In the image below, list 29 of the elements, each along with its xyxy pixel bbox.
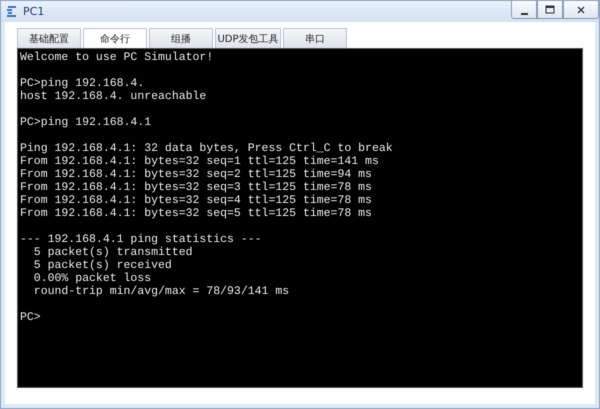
console-line: 5 packet(s) transmitted [32, 246, 193, 259]
app-icon [5, 4, 19, 18]
tab[interactable]: 基础配置 [17, 28, 81, 48]
maximize-button[interactable] [537, 1, 563, 19]
window-title: PC1 [23, 5, 44, 18]
tab[interactable]: 组播 [149, 28, 213, 48]
console-line: PC>ping 192.168.4. [20, 77, 144, 90]
console-line: From 192.168.4.1: bytes=32 seq=1 ttl=125 time=141 ms [20, 155, 379, 168]
console-line: From 192.168.4.1: bytes=32 seq=3 ttl=125 time=78 ms [20, 181, 372, 194]
console-line: 5 packet(s) received [32, 259, 172, 272]
console-line: host 192.168.4. unreachable [20, 90, 206, 103]
console-line: From 192.168.4.1: bytes=32 seq=5 ttl=125 time=78 ms [20, 207, 372, 220]
console-line: round-trip min/avg/max = 78/93/141 ms [32, 285, 290, 298]
console-line: From 192.168.4.1: bytes=32 seq=4 ttl=125 time=78 ms [20, 194, 372, 207]
maximize-icon [545, 4, 555, 14]
console-line: PC> [20, 311, 41, 324]
console-line: Ping 192.168.4.1: 32 data bytes, Press Ctrl_C to break [20, 142, 393, 155]
tab[interactable]: 串口 [283, 28, 347, 48]
tab[interactable]: UDP发包工具 [215, 28, 281, 48]
console-line: Welcome to use PC Simulator! [20, 51, 214, 64]
close-button[interactable] [563, 1, 599, 19]
console-line: PC>ping 192.168.4.1 [20, 116, 152, 129]
console-line: --- 192.168.4.1 ping statistics --- [20, 233, 262, 246]
close-icon [576, 4, 586, 14]
minimize-icon [520, 12, 528, 14]
minimize-button[interactable] [511, 1, 537, 19]
console-line: From 192.168.4.1: bytes=32 seq=2 ttl=125 time=94 ms [20, 168, 372, 181]
tab[interactable]: 命令行 [83, 28, 147, 48]
console-line: 0.00% packet loss [32, 272, 152, 285]
